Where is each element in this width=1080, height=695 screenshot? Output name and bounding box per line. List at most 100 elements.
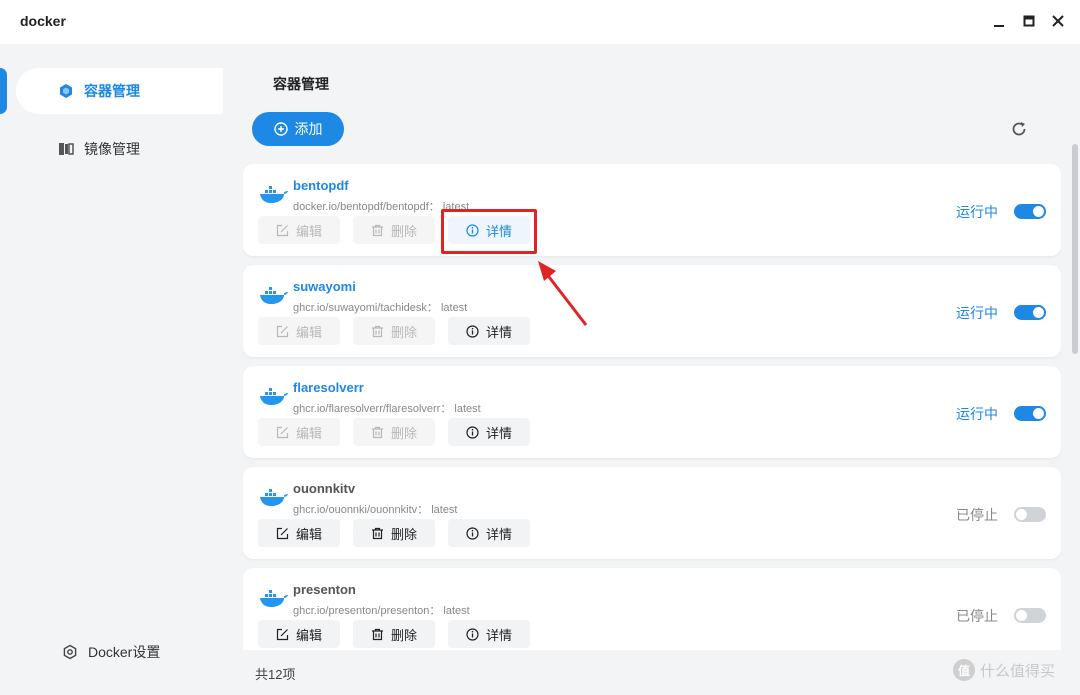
edit-button[interactable]: 编辑 bbox=[258, 317, 340, 345]
add-button[interactable]: 添加 bbox=[252, 112, 344, 146]
status-text: 运行中 bbox=[956, 204, 998, 220]
image-stack-icon bbox=[58, 141, 74, 157]
annotation-highlight-box bbox=[441, 209, 537, 254]
close-icon[interactable] bbox=[1049, 12, 1067, 30]
delete-button-label: 删除 bbox=[390, 425, 417, 441]
minimize-icon[interactable] bbox=[990, 12, 1008, 30]
info-icon bbox=[466, 425, 479, 439]
container-card: bentopdf docker.io/bentopdf/bentopdf： la… bbox=[243, 164, 1061, 256]
container-image: ghcr.io/suwayomi/tachidesk： latest bbox=[293, 302, 468, 314]
watermark: 值 什么值得买 bbox=[953, 659, 1055, 681]
toggle-knob bbox=[1016, 509, 1027, 520]
status-text: 已停止 bbox=[956, 507, 998, 523]
trash-icon bbox=[371, 426, 384, 439]
detail-button-label: 详情 bbox=[485, 324, 512, 340]
docker-whale-icon bbox=[259, 287, 289, 305]
container-name[interactable]: flaresolverr bbox=[293, 380, 364, 395]
delete-button-label: 删除 bbox=[390, 324, 417, 340]
detail-button[interactable]: 详情 bbox=[448, 418, 530, 446]
refresh-icon[interactable] bbox=[1010, 120, 1028, 138]
detail-button[interactable]: 详情 bbox=[448, 620, 530, 648]
edit-icon bbox=[276, 628, 289, 641]
scrollbar[interactable] bbox=[1072, 144, 1078, 354]
edit-button[interactable]: 编辑 bbox=[258, 418, 340, 446]
run-toggle[interactable] bbox=[1014, 305, 1046, 320]
edit-button-label: 编辑 bbox=[295, 526, 322, 542]
container-card: suwayomi ghcr.io/suwayomi/tachidesk： lat… bbox=[243, 265, 1061, 357]
detail-button-label: 详情 bbox=[485, 425, 512, 441]
container-name[interactable]: suwayomi bbox=[293, 279, 356, 294]
run-toggle[interactable] bbox=[1014, 406, 1046, 421]
edit-icon bbox=[276, 325, 289, 338]
run-toggle[interactable] bbox=[1014, 204, 1046, 219]
trash-icon bbox=[371, 527, 384, 540]
watermark-badge: 值 bbox=[953, 659, 975, 681]
sidebar-active-indicator bbox=[0, 68, 7, 114]
add-button-label: 添加 bbox=[294, 121, 323, 137]
sidebar-item-containers[interactable]: 容器管理 bbox=[16, 68, 223, 114]
docker-whale-icon bbox=[259, 388, 289, 406]
container-name[interactable]: ouonnkitv bbox=[293, 481, 355, 496]
edit-button[interactable]: 编辑 bbox=[258, 519, 340, 547]
container-card: ouonnkitv ghcr.io/ouonnki/ouonnkitv： lat… bbox=[243, 467, 1061, 559]
sidebar-item-label: 镜像管理 bbox=[84, 141, 140, 157]
annotation-arrow bbox=[538, 261, 588, 326]
container-card: presenton ghcr.io/presenton/presenton： l… bbox=[243, 568, 1061, 650]
trash-icon bbox=[371, 325, 384, 338]
maximize-icon[interactable] bbox=[1020, 12, 1038, 30]
edit-button[interactable]: 编辑 bbox=[258, 216, 340, 244]
detail-button-label: 详情 bbox=[485, 627, 512, 643]
edit-button-label: 编辑 bbox=[295, 425, 322, 441]
status-text: 运行中 bbox=[956, 305, 998, 321]
container-name[interactable]: presenton bbox=[293, 582, 356, 597]
container-name[interactable]: bentopdf bbox=[293, 178, 349, 193]
container-list: bentopdf docker.io/bentopdf/bentopdf： la… bbox=[243, 164, 1061, 650]
trash-icon bbox=[371, 224, 384, 237]
plus-circle-icon bbox=[273, 122, 288, 136]
edit-button[interactable]: 编辑 bbox=[258, 620, 340, 648]
delete-button[interactable]: 删除 bbox=[353, 317, 435, 345]
app-title: docker bbox=[20, 13, 66, 29]
delete-button-label: 删除 bbox=[390, 223, 417, 239]
detail-button-label: 详情 bbox=[485, 526, 512, 542]
delete-button-label: 删除 bbox=[390, 526, 417, 542]
info-icon bbox=[466, 627, 479, 641]
edit-button-label: 编辑 bbox=[295, 324, 322, 340]
sidebar-item-label: 容器管理 bbox=[84, 83, 140, 99]
item-count: 共12项 bbox=[255, 667, 296, 682]
edit-icon bbox=[276, 224, 289, 237]
settings-icon bbox=[62, 644, 78, 660]
sidebar-item-images[interactable]: 镜像管理 bbox=[16, 126, 223, 172]
docker-whale-icon bbox=[259, 186, 289, 204]
sidebar: 容器管理 镜像管理 Docker设置 bbox=[0, 44, 223, 695]
container-image: ghcr.io/flaresolverr/flaresolverr： lates… bbox=[293, 403, 481, 415]
delete-button[interactable]: 删除 bbox=[353, 418, 435, 446]
detail-button[interactable]: 详情 bbox=[448, 317, 530, 345]
main-panel: 容器管理 添加 bentopdf docker.io/bentopdf/bent… bbox=[223, 44, 1080, 695]
title-bar: docker bbox=[0, 0, 1080, 44]
docker-settings-label: Docker设置 bbox=[88, 644, 161, 660]
docker-settings-link[interactable]: Docker设置 bbox=[62, 642, 160, 662]
status-text: 运行中 bbox=[956, 406, 998, 422]
page-title: 容器管理 bbox=[273, 76, 329, 92]
edit-icon bbox=[276, 426, 289, 439]
docker-whale-icon bbox=[259, 489, 289, 507]
run-toggle[interactable] bbox=[1014, 507, 1046, 522]
edit-icon bbox=[276, 527, 289, 540]
run-toggle[interactable] bbox=[1014, 608, 1046, 623]
status-text: 已停止 bbox=[956, 608, 998, 624]
container-image: ghcr.io/presenton/presenton： latest bbox=[293, 605, 470, 617]
trash-icon bbox=[371, 628, 384, 641]
detail-button[interactable]: 详情 bbox=[448, 519, 530, 547]
toggle-knob bbox=[1016, 610, 1027, 621]
edit-button-label: 编辑 bbox=[295, 223, 322, 239]
toggle-knob bbox=[1033, 307, 1044, 318]
delete-button-label: 删除 bbox=[390, 627, 417, 643]
delete-button[interactable]: 删除 bbox=[353, 519, 435, 547]
delete-button[interactable]: 删除 bbox=[353, 620, 435, 648]
delete-button[interactable]: 删除 bbox=[353, 216, 435, 244]
hexagon-icon bbox=[58, 83, 74, 99]
toggle-knob bbox=[1033, 408, 1044, 419]
watermark-text: 什么值得买 bbox=[980, 662, 1056, 680]
edit-button-label: 编辑 bbox=[295, 627, 322, 643]
